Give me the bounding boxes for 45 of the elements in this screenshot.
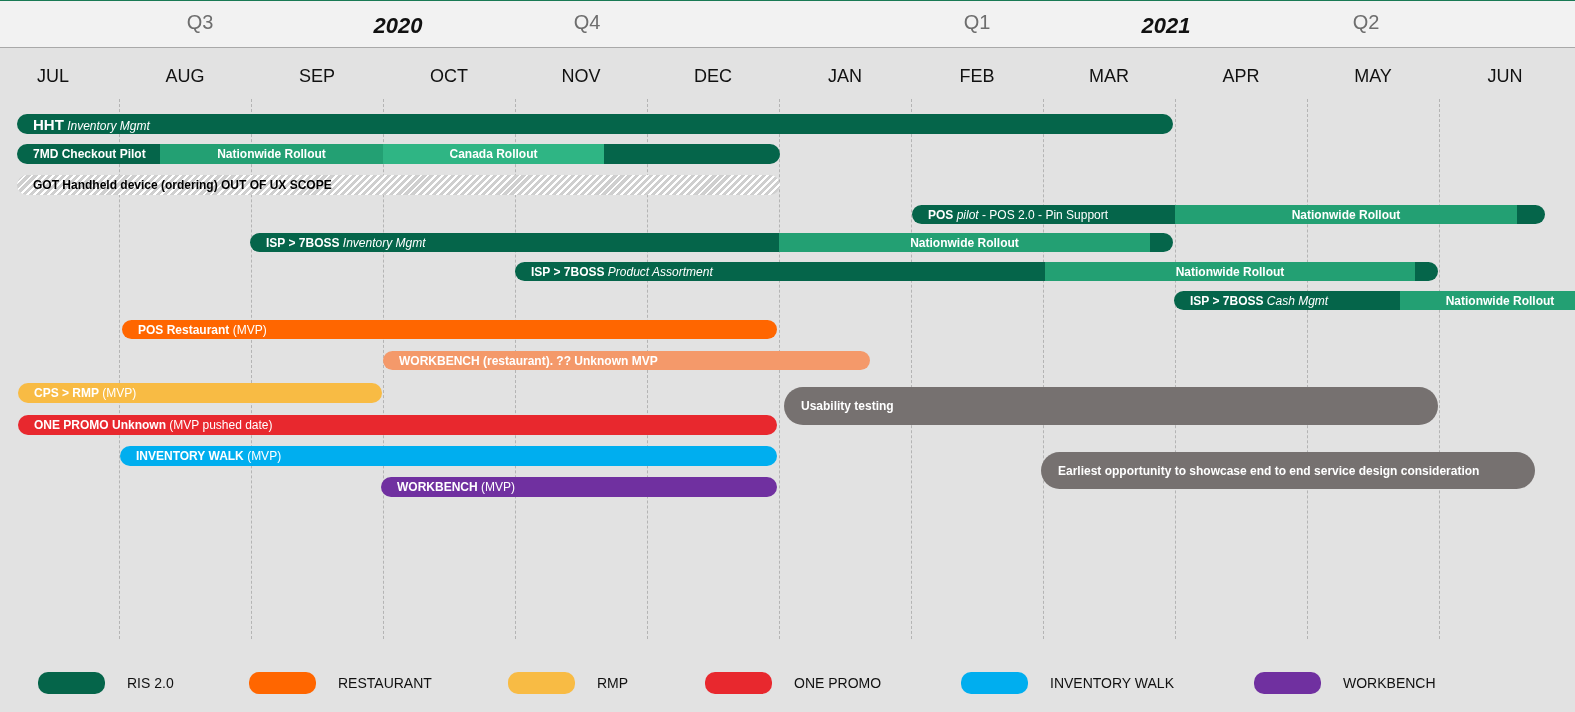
legend-label: ONE PROMO [794,675,882,691]
timeline-bar: WORKBENCH (restaurant). ?? Unknown MVP [383,351,870,370]
legend-label: RIS 2.0 [127,675,174,691]
timeline-note: Earliest opportunity to showcase end to end service design consideration [1041,452,1535,489]
month-label: NOV [560,65,602,87]
timeline-bar: Nationwide Rollout [160,144,383,164]
timeline-period-label: Q4 [573,11,601,34]
timeline-period-label: 2021 [1141,13,1191,39]
timeline-bar: WORKBENCH (MVP) [381,477,777,497]
month-label: AUG [164,65,206,87]
legend-label: RESTAURANT [338,675,432,691]
timeline-bar: INVENTORY WALK (MVP) [120,446,777,466]
timeline-note: Usability testing [784,387,1438,425]
timeline-bar: ISP > 7BOSS Product Assortment [515,262,1045,281]
month-label: FEB [958,65,996,87]
timeline-bar: POS Restaurant (MVP) [122,320,777,339]
month-label: JUL [36,65,70,87]
month-label: OCT [429,65,469,87]
timeline-bar: POS pilot - POS 2.0 - Pin Support [912,205,1175,224]
timeline-period-label: Q2 [1352,11,1380,34]
timeline-bar: Nationwide Rollout [1175,205,1517,224]
legend-label: RMP [597,675,629,691]
timeline-bar: HHT Inventory Mgmt [17,114,1173,134]
timeline-bar: Canada Rollout [383,144,604,164]
legend-label: INVENTORY WALK [1050,675,1174,691]
legend-label: WORKBENCH [1343,675,1436,691]
timeline-bar: ISP > 7BOSS Cash Mgmt [1174,291,1400,310]
timeline-bar: Nationwide Rollout [779,233,1150,252]
timeline-period-label: Q1 [963,11,991,34]
month-label: APR [1221,65,1261,87]
month-label: SEP [298,65,336,87]
timeline-bar: CPS > RMP (MVP) [18,383,382,403]
timeline-bar: Nationwide Rollout [1045,262,1415,281]
timeline-bar: Nationwide Rollout [1400,291,1575,310]
timeline-bar: ONE PROMO Unknown (MVP pushed date) [18,415,777,435]
timeline-period-label: Q3 [186,11,214,34]
timeline-period-label: 2020 [373,13,423,39]
timeline-bar: 7MD Checkout Pilot [17,144,160,164]
timeline-bar: GOT Handheld device (ordering) OUT OF UX SCOPE [17,175,780,195]
month-label: MAY [1353,65,1393,87]
month-label: DEC [693,65,733,87]
month-label: JAN [827,65,863,87]
timeline-bar: ISP > 7BOSS Inventory Mgmt [250,233,779,252]
month-label: MAR [1088,65,1130,87]
month-label: JUN [1486,65,1524,87]
